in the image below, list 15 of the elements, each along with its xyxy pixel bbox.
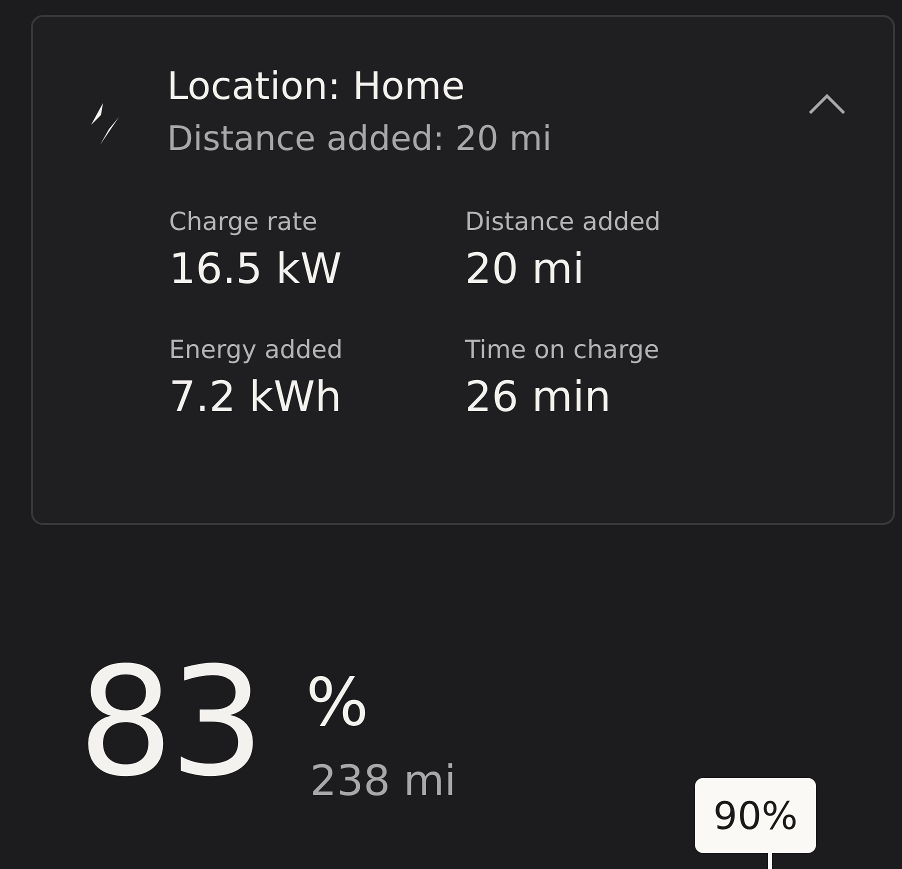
- range-estimate: 238 mi: [310, 755, 456, 807]
- charge-limit-marker[interactable]: 90%: [695, 778, 816, 853]
- stat-label: Energy added: [169, 334, 344, 366]
- stat-label: Time on charge: [465, 334, 660, 366]
- stat-value: 16.5 kW: [169, 243, 343, 295]
- stat-label: Distance added: [465, 206, 662, 238]
- percent-unit: %: [306, 663, 369, 743]
- session-title: Location: Home: [167, 63, 466, 110]
- stat-value: 7.2 kWh: [169, 371, 343, 423]
- battery-percent: 83: [78, 643, 261, 803]
- stat-value: 20 mi: [465, 243, 586, 295]
- session-subtitle: Distance added: 20 mi: [167, 118, 553, 161]
- stat-label: Charge rate: [169, 206, 318, 238]
- stat-value: 26 min: [465, 371, 612, 423]
- chevron-icon[interactable]: [807, 91, 847, 117]
